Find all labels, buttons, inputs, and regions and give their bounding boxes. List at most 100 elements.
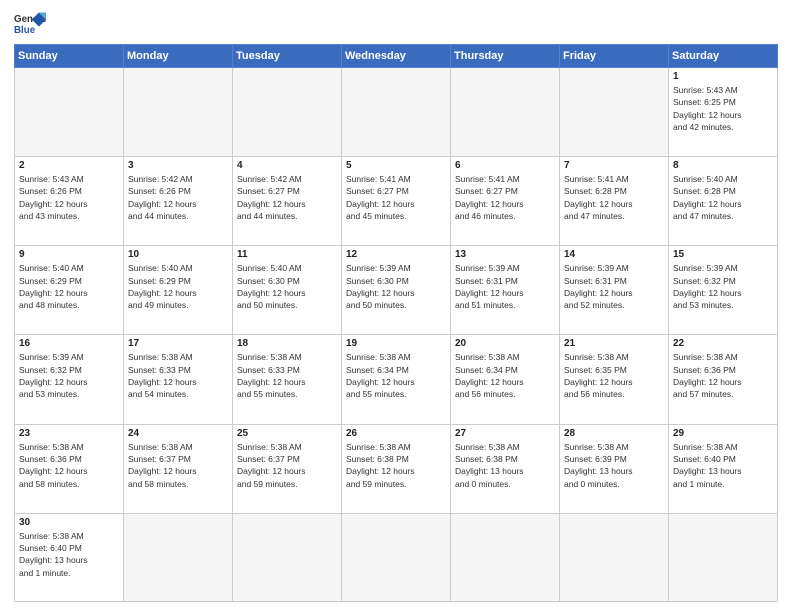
- calendar-cell: 24 Sunrise: 5:38 AM Sunset: 6:37 PM Dayli…: [124, 424, 233, 513]
- day-number: 13: [455, 249, 555, 260]
- day-info: Sunrise: 5:38 AM Sunset: 6:34 PM Dayligh…: [346, 351, 446, 400]
- calendar-cell: 16Sunrise: 5:39 AM Sunset: 6:32 PM Dayli…: [15, 335, 124, 424]
- weekday-header-wednesday: Wednesday: [342, 45, 451, 68]
- day-number: 23: [19, 428, 119, 439]
- calendar-cell: [233, 513, 342, 601]
- calendar-cell: [451, 513, 560, 601]
- calendar-cell: [560, 68, 669, 157]
- day-number: 8: [673, 160, 773, 171]
- day-number: 14: [564, 249, 664, 260]
- day-number: 24: [128, 428, 228, 439]
- day-number: 1: [673, 71, 773, 82]
- day-info: Sunrise: 5:41 AM Sunset: 6:27 PM Dayligh…: [346, 173, 446, 222]
- calendar-cell: 12 Sunrise: 5:39 AM Sunset: 6:30 PM Dayli…: [342, 246, 451, 335]
- day-info: Sunrise: 5:42 AM Sunset: 6:27 PM Dayligh…: [237, 173, 337, 222]
- calendar-cell: [342, 68, 451, 157]
- day-number: 26: [346, 428, 446, 439]
- calendar-cell: 8 Sunrise: 5:40 AM Sunset: 6:28 PM Daylig…: [669, 157, 778, 246]
- header: General Blue: [14, 10, 778, 38]
- calendar-cell: 18 Sunrise: 5:38 AM Sunset: 6:33 PM Dayli…: [233, 335, 342, 424]
- day-info: Sunrise: 5:38 AM Sunset: 6:36 PM Dayligh…: [19, 441, 119, 490]
- weekday-header-tuesday: Tuesday: [233, 45, 342, 68]
- day-info: Sunrise: 5:43 AM Sunset: 6:25 PM Dayligh…: [673, 84, 773, 133]
- calendar-cell: [124, 68, 233, 157]
- day-info: Sunrise: 5:38 AM Sunset: 6:37 PM Dayligh…: [237, 441, 337, 490]
- weekday-header-row: SundayMondayTuesdayWednesdayThursdayFrid…: [15, 45, 778, 68]
- day-number: 21: [564, 338, 664, 349]
- day-number: 2: [19, 160, 119, 171]
- day-number: 11: [237, 249, 337, 260]
- calendar-cell: [233, 68, 342, 157]
- weekday-header-friday: Friday: [560, 45, 669, 68]
- day-number: 7: [564, 160, 664, 171]
- calendar-cell: 30Sunrise: 5:38 AM Sunset: 6:40 PM Dayli…: [15, 513, 124, 601]
- day-info: Sunrise: 5:38 AM Sunset: 6:37 PM Dayligh…: [128, 441, 228, 490]
- calendar-cell: 23 Sunrise: 5:38 AM Sunset: 6:36 PM Dayli…: [15, 424, 124, 513]
- day-number: 19: [346, 338, 446, 349]
- day-number: 27: [455, 428, 555, 439]
- weekday-header-saturday: Saturday: [669, 45, 778, 68]
- calendar-cell: 21 Sunrise: 5:38 AM Sunset: 6:35 PM Dayli…: [560, 335, 669, 424]
- calendar-cell: 7 Sunrise: 5:41 AM Sunset: 6:28 PM Daylig…: [560, 157, 669, 246]
- calendar-cell: 3 Sunrise: 5:42 AM Sunset: 6:26 PM Daylig…: [124, 157, 233, 246]
- day-info: Sunrise: 5:39 AM Sunset: 6:30 PM Dayligh…: [346, 262, 446, 311]
- calendar-cell: 11 Sunrise: 5:40 AM Sunset: 6:30 PM Dayli…: [233, 246, 342, 335]
- day-number: 17: [128, 338, 228, 349]
- day-info: Sunrise: 5:38 AM Sunset: 6:38 PM Dayligh…: [455, 441, 555, 490]
- calendar-cell: 17 Sunrise: 5:38 AM Sunset: 6:33 PM Dayli…: [124, 335, 233, 424]
- day-info: Sunrise: 5:40 AM Sunset: 6:29 PM Dayligh…: [128, 262, 228, 311]
- day-info: Sunrise: 5:38 AM Sunset: 6:33 PM Dayligh…: [237, 351, 337, 400]
- calendar-cell: 29 Sunrise: 5:38 AM Sunset: 6:40 PM Dayli…: [669, 424, 778, 513]
- calendar-cell: 25 Sunrise: 5:38 AM Sunset: 6:37 PM Dayli…: [233, 424, 342, 513]
- day-number: 30: [19, 517, 119, 528]
- calendar-cell: 15Sunrise: 5:39 AM Sunset: 6:32 PM Dayli…: [669, 246, 778, 335]
- calendar-cell: 28 Sunrise: 5:38 AM Sunset: 6:39 PM Dayli…: [560, 424, 669, 513]
- day-info: Sunrise: 5:38 AM Sunset: 6:33 PM Dayligh…: [128, 351, 228, 400]
- day-number: 4: [237, 160, 337, 171]
- svg-text:Blue: Blue: [14, 25, 36, 36]
- day-info: Sunrise: 5:40 AM Sunset: 6:30 PM Dayligh…: [237, 262, 337, 311]
- day-number: 22: [673, 338, 773, 349]
- calendar-cell: 4 Sunrise: 5:42 AM Sunset: 6:27 PM Daylig…: [233, 157, 342, 246]
- week-row-2: 2 Sunrise: 5:43 AM Sunset: 6:26 PM Daylig…: [15, 157, 778, 246]
- day-number: 18: [237, 338, 337, 349]
- logo: General Blue: [14, 10, 46, 38]
- calendar-table: SundayMondayTuesdayWednesdayThursdayFrid…: [14, 44, 778, 602]
- day-info: Sunrise: 5:38 AM Sunset: 6:40 PM Dayligh…: [673, 441, 773, 490]
- calendar-cell: [15, 68, 124, 157]
- calendar-cell: 10Sunrise: 5:40 AM Sunset: 6:29 PM Dayli…: [124, 246, 233, 335]
- week-row-1: 1 Sunrise: 5:43 AM Sunset: 6:25 PM Daylig…: [15, 68, 778, 157]
- day-info: Sunrise: 5:38 AM Sunset: 6:34 PM Dayligh…: [455, 351, 555, 400]
- calendar-cell: [451, 68, 560, 157]
- day-info: Sunrise: 5:40 AM Sunset: 6:29 PM Dayligh…: [19, 262, 119, 311]
- day-info: Sunrise: 5:41 AM Sunset: 6:28 PM Dayligh…: [564, 173, 664, 222]
- calendar-cell: 1 Sunrise: 5:43 AM Sunset: 6:25 PM Daylig…: [669, 68, 778, 157]
- calendar-cell: 13Sunrise: 5:39 AM Sunset: 6:31 PM Dayli…: [451, 246, 560, 335]
- day-number: 16: [19, 338, 119, 349]
- day-info: Sunrise: 5:42 AM Sunset: 6:26 PM Dayligh…: [128, 173, 228, 222]
- calendar-cell: 22Sunrise: 5:38 AM Sunset: 6:36 PM Dayli…: [669, 335, 778, 424]
- day-number: 28: [564, 428, 664, 439]
- weekday-header-thursday: Thursday: [451, 45, 560, 68]
- calendar-cell: 26Sunrise: 5:38 AM Sunset: 6:38 PM Dayli…: [342, 424, 451, 513]
- day-info: Sunrise: 5:43 AM Sunset: 6:26 PM Dayligh…: [19, 173, 119, 222]
- calendar-cell: 20Sunrise: 5:38 AM Sunset: 6:34 PM Dayli…: [451, 335, 560, 424]
- day-number: 9: [19, 249, 119, 260]
- day-number: 6: [455, 160, 555, 171]
- day-number: 25: [237, 428, 337, 439]
- calendar-cell: 9 Sunrise: 5:40 AM Sunset: 6:29 PM Daylig…: [15, 246, 124, 335]
- page: General Blue SundayMondayTuesdayWednesda…: [0, 0, 792, 612]
- calendar-cell: [560, 513, 669, 601]
- calendar-cell: 27 Sunrise: 5:38 AM Sunset: 6:38 PM Dayli…: [451, 424, 560, 513]
- day-info: Sunrise: 5:38 AM Sunset: 6:35 PM Dayligh…: [564, 351, 664, 400]
- calendar-cell: 6Sunrise: 5:41 AM Sunset: 6:27 PM Daylig…: [451, 157, 560, 246]
- day-info: Sunrise: 5:39 AM Sunset: 6:32 PM Dayligh…: [673, 262, 773, 311]
- week-row-4: 16Sunrise: 5:39 AM Sunset: 6:32 PM Dayli…: [15, 335, 778, 424]
- day-number: 29: [673, 428, 773, 439]
- day-info: Sunrise: 5:38 AM Sunset: 6:39 PM Dayligh…: [564, 441, 664, 490]
- day-info: Sunrise: 5:40 AM Sunset: 6:28 PM Dayligh…: [673, 173, 773, 222]
- week-row-6: 30Sunrise: 5:38 AM Sunset: 6:40 PM Dayli…: [15, 513, 778, 601]
- day-number: 12: [346, 249, 446, 260]
- day-number: 3: [128, 160, 228, 171]
- calendar-body: 1 Sunrise: 5:43 AM Sunset: 6:25 PM Daylig…: [15, 68, 778, 602]
